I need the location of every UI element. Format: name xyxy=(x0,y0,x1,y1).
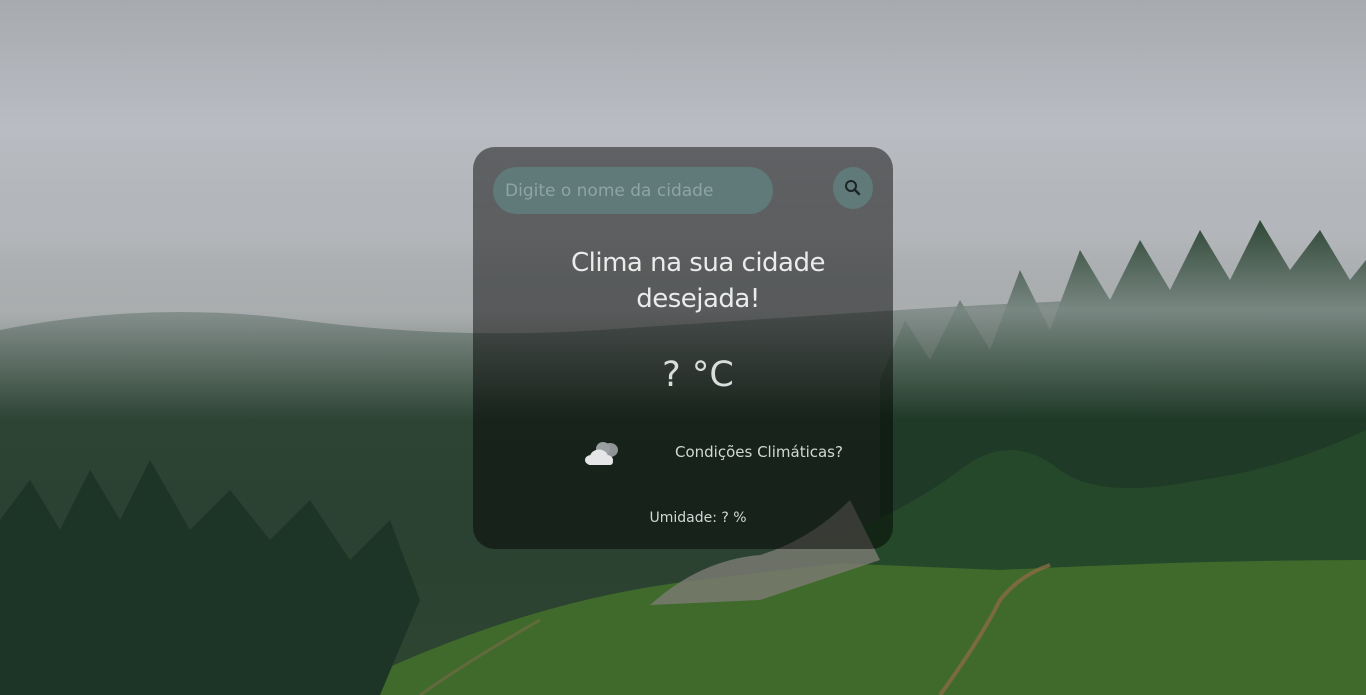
search-icon xyxy=(845,180,861,196)
weather-card: Clima na sua cidade desejada! ? °C Condi… xyxy=(473,147,893,549)
title-line-1: Clima na sua cidade xyxy=(571,248,825,278)
temperature-value: ? °C xyxy=(662,355,734,395)
humidity-value: Umidade: ? % xyxy=(649,510,747,526)
cloud-icon xyxy=(585,442,618,465)
weather-conditions: Condições Climáticas? xyxy=(675,443,843,461)
page-title: Clima na sua cidade desejada! xyxy=(473,245,923,317)
title-line-2: desejada! xyxy=(636,284,760,314)
city-search-input[interactable] xyxy=(493,167,773,214)
search-button[interactable] xyxy=(833,167,873,209)
